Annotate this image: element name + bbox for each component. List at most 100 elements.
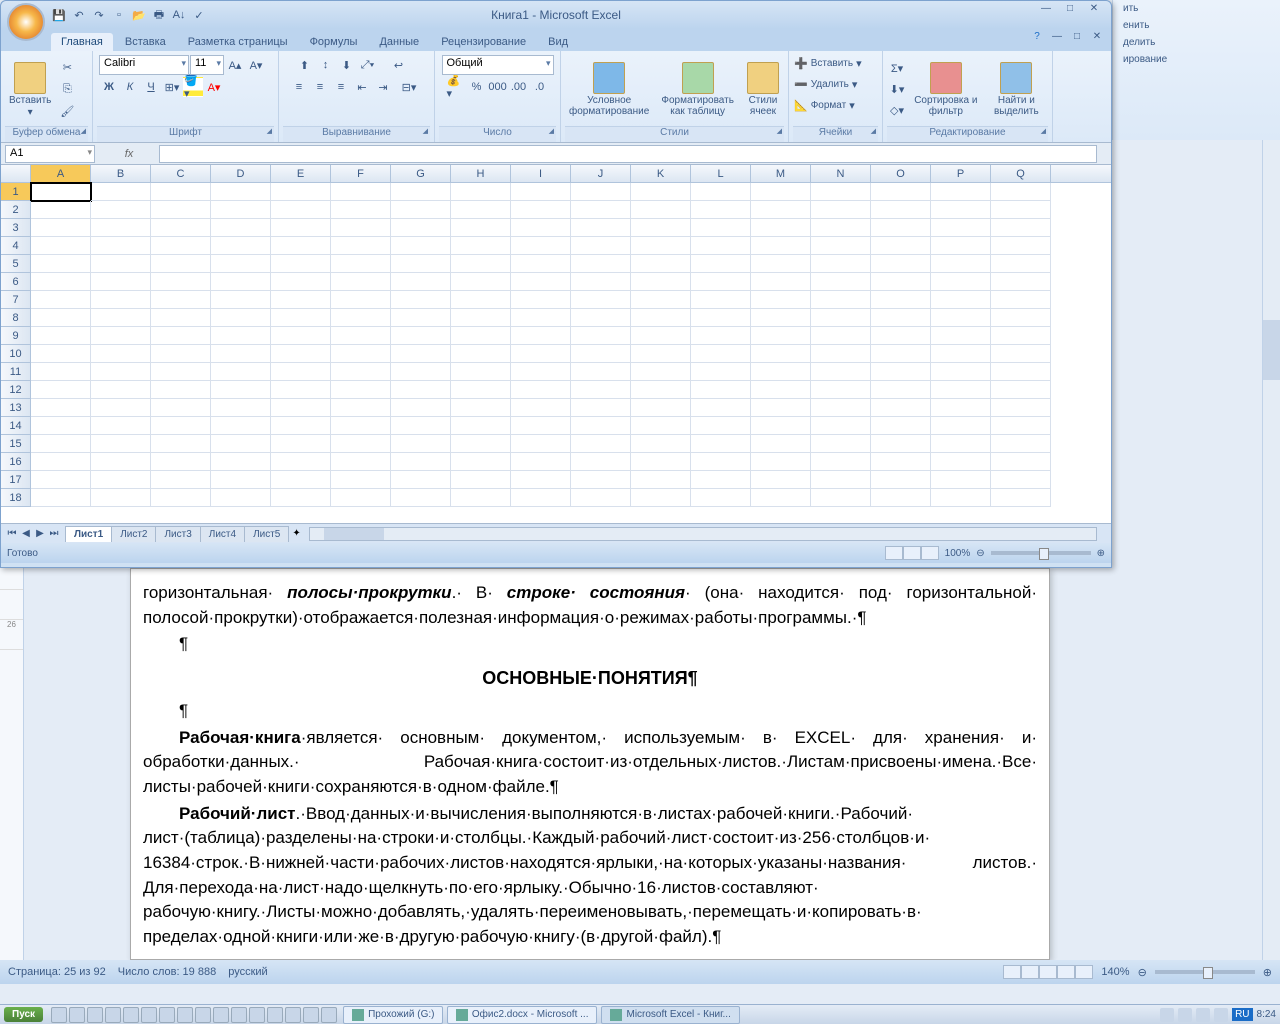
cell-O11[interactable] [871,363,931,381]
row-header-12[interactable]: 12 [1,381,31,399]
col-header-J[interactable]: J [571,165,631,182]
cell-C1[interactable] [151,183,211,201]
cell-G6[interactable] [391,273,451,291]
cell-N2[interactable] [811,201,871,219]
cell-B11[interactable] [91,363,151,381]
cell-G2[interactable] [391,201,451,219]
cell-L10[interactable] [691,345,751,363]
cell-F12[interactable] [331,381,391,399]
cell-M7[interactable] [751,291,811,309]
cell-N11[interactable] [811,363,871,381]
cell-N4[interactable] [811,237,871,255]
orientation-icon[interactable]: ⤢▾ [358,55,378,75]
cell-P13[interactable] [931,399,991,417]
col-header-G[interactable]: G [391,165,451,182]
cell-M16[interactable] [751,453,811,471]
underline-button[interactable]: Ч [141,77,161,97]
cell-E2[interactable] [271,201,331,219]
cell-L11[interactable] [691,363,751,381]
cell-D12[interactable] [211,381,271,399]
align-bottom-icon[interactable]: ⬇ [337,55,357,75]
cell-D15[interactable] [211,435,271,453]
cell-M18[interactable] [751,489,811,507]
cell-A7[interactable] [31,291,91,309]
cell-F8[interactable] [331,309,391,327]
cell-O1[interactable] [871,183,931,201]
cell-C15[interactable] [151,435,211,453]
cell-J13[interactable] [571,399,631,417]
group-label[interactable]: Шрифт [97,126,274,142]
cell-I18[interactable] [511,489,571,507]
cell-Q5[interactable] [991,255,1051,273]
cell-A14[interactable] [31,417,91,435]
sheet-tab-Лист1[interactable]: Лист1 [65,526,112,542]
cell-E11[interactable] [271,363,331,381]
currency-icon[interactable]: 💰▾ [446,77,466,97]
cell-I5[interactable] [511,255,571,273]
cell-Q3[interactable] [991,219,1051,237]
cell-E9[interactable] [271,327,331,345]
cell-B13[interactable] [91,399,151,417]
cell-F15[interactable] [331,435,391,453]
cell-F2[interactable] [331,201,391,219]
office-button[interactable] [7,3,45,41]
taskbar-task[interactable]: Офис2.docx - Microsoft ... [447,1006,597,1024]
cell-M8[interactable] [751,309,811,327]
cell-M3[interactable] [751,219,811,237]
cell-H5[interactable] [451,255,511,273]
cell-C6[interactable] [151,273,211,291]
lang-status[interactable]: русский [228,966,267,978]
cell-M6[interactable] [751,273,811,291]
autosum-icon[interactable]: Σ▾ [887,59,907,79]
cell-L15[interactable] [691,435,751,453]
cell-A8[interactable] [31,309,91,327]
ql-icon[interactable] [267,1007,283,1023]
cell-P4[interactable] [931,237,991,255]
cell-D11[interactable] [211,363,271,381]
shrink-font-icon[interactable]: A▾ [246,55,266,75]
cell-L1[interactable] [691,183,751,201]
number-format-combo[interactable]: Общий [442,55,554,75]
cell-I12[interactable] [511,381,571,399]
cell-D6[interactable] [211,273,271,291]
cell-J10[interactable] [571,345,631,363]
cell-P3[interactable] [931,219,991,237]
cell-E6[interactable] [271,273,331,291]
cell-O15[interactable] [871,435,931,453]
cell-M9[interactable] [751,327,811,345]
cell-L7[interactable] [691,291,751,309]
cell-C17[interactable] [151,471,211,489]
paste-button[interactable]: Вставить▾ [5,60,55,120]
cell-K9[interactable] [631,327,691,345]
cell-E13[interactable] [271,399,331,417]
find-select-button[interactable]: Найти и выделить [985,60,1048,119]
cell-A13[interactable] [31,399,91,417]
cell-O12[interactable] [871,381,931,399]
cell-Q16[interactable] [991,453,1051,471]
cell-I7[interactable] [511,291,571,309]
word-document-page[interactable]: горизонтальная· полосы·прокрутки.· В· ст… [130,568,1050,960]
taskbar-task[interactable]: Microsoft Excel - Книг... [601,1006,739,1024]
sheet-tab-Лист3[interactable]: Лист3 [155,526,200,542]
doc-close[interactable]: ✕ [1089,31,1105,45]
start-button[interactable]: Пуск [4,1007,43,1022]
ql-icon[interactable] [195,1007,211,1023]
col-header-C[interactable]: C [151,165,211,182]
tray-icon[interactable] [1160,1008,1174,1022]
cell-O8[interactable] [871,309,931,327]
cell-P11[interactable] [931,363,991,381]
ql-icon[interactable] [141,1007,157,1023]
cell-K13[interactable] [631,399,691,417]
cell-Q13[interactable] [991,399,1051,417]
cell-K7[interactable] [631,291,691,309]
cell-Q14[interactable] [991,417,1051,435]
row-header-6[interactable]: 6 [1,273,31,291]
clear-icon[interactable]: ◇▾ [887,101,907,121]
close-button[interactable]: ✕ [1083,3,1105,19]
group-label[interactable]: Буфер обмена [5,126,88,142]
cell-O16[interactable] [871,453,931,471]
row-header-8[interactable]: 8 [1,309,31,327]
insert-cells-button[interactable]: ➕Вставить▾ [793,53,878,73]
cell-Q10[interactable] [991,345,1051,363]
group-label[interactable]: Выравнивание [283,126,430,142]
